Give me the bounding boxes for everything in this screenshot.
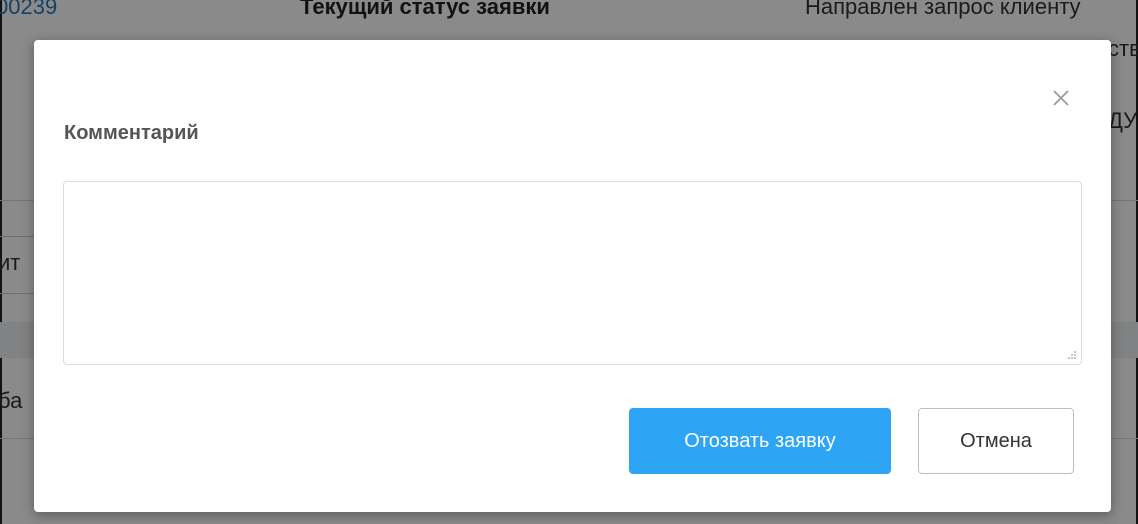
comment-label: Комментарий: [64, 122, 199, 144]
close-button[interactable]: [1047, 84, 1075, 112]
withdraw-request-dialog: Комментарий Отозвать заявку Отмена: [34, 40, 1111, 512]
cancel-button[interactable]: Отмена: [918, 408, 1074, 474]
withdraw-request-button[interactable]: Отозвать заявку: [629, 408, 891, 474]
close-icon: [1053, 90, 1069, 106]
resize-grip-icon[interactable]: [1065, 349, 1077, 361]
comment-textarea[interactable]: [63, 181, 1082, 365]
